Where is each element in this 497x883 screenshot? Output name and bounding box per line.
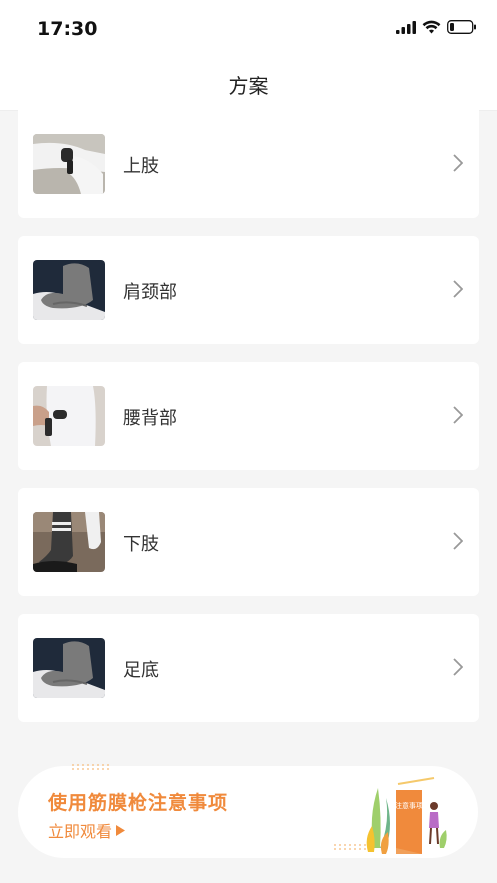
banner-title: 使用筋膜枪注意事项 — [48, 792, 229, 814]
plan-item-label: 足底 — [123, 660, 159, 681]
plan-item-lower-limb[interactable]: 下肢 — [18, 488, 479, 596]
plan-item-label: 上肢 — [123, 156, 159, 177]
chevron-right-icon — [453, 154, 463, 172]
sign-text: 注意事项 — [395, 801, 423, 810]
chevron-right-icon — [453, 532, 463, 550]
plan-list: 上肢 肩颈部 腰背部 下肢 足底 — [18, 110, 479, 740]
lower-limb-thumbnail — [33, 512, 105, 572]
status-icons — [396, 20, 477, 34]
chevron-right-icon — [453, 280, 463, 298]
sole-thumbnail — [33, 638, 105, 698]
play-icon — [116, 824, 126, 836]
chevron-right-icon — [453, 406, 463, 424]
shoulder-neck-thumbnail — [33, 260, 105, 320]
plan-item-label: 腰背部 — [123, 408, 177, 429]
signal-icon — [396, 20, 416, 34]
watch-now-link[interactable]: 立即观看 — [48, 818, 126, 842]
plan-item-label: 肩颈部 — [123, 282, 177, 303]
upper-limb-thumbnail — [33, 134, 105, 194]
plan-item-label: 下肢 — [123, 534, 159, 555]
decorative-dots — [72, 764, 110, 770]
watch-now-label: 立即观看 — [48, 822, 113, 841]
precautions-banner[interactable]: 使用筋膜枪注意事项 立即观看 注意事项 — [18, 764, 478, 858]
plan-item-upper-limb[interactable]: 上肢 — [18, 110, 479, 218]
battery-icon — [447, 20, 476, 34]
precautions-illustration: 注意事项 — [366, 777, 447, 854]
plan-item-sole[interactable]: 足底 — [18, 614, 479, 722]
plan-item-shoulder-neck[interactable]: 肩颈部 — [18, 236, 479, 344]
nav-bar: 方案 — [0, 60, 497, 111]
wifi-icon — [422, 20, 441, 34]
page-title: 方案 — [228, 74, 269, 98]
plan-item-lower-back[interactable]: 腰背部 — [18, 362, 479, 470]
lower-back-thumbnail — [33, 386, 105, 446]
chevron-right-icon — [453, 658, 463, 676]
status-time: 17:30 — [37, 18, 98, 40]
status-bar: 17:30 — [0, 0, 497, 60]
